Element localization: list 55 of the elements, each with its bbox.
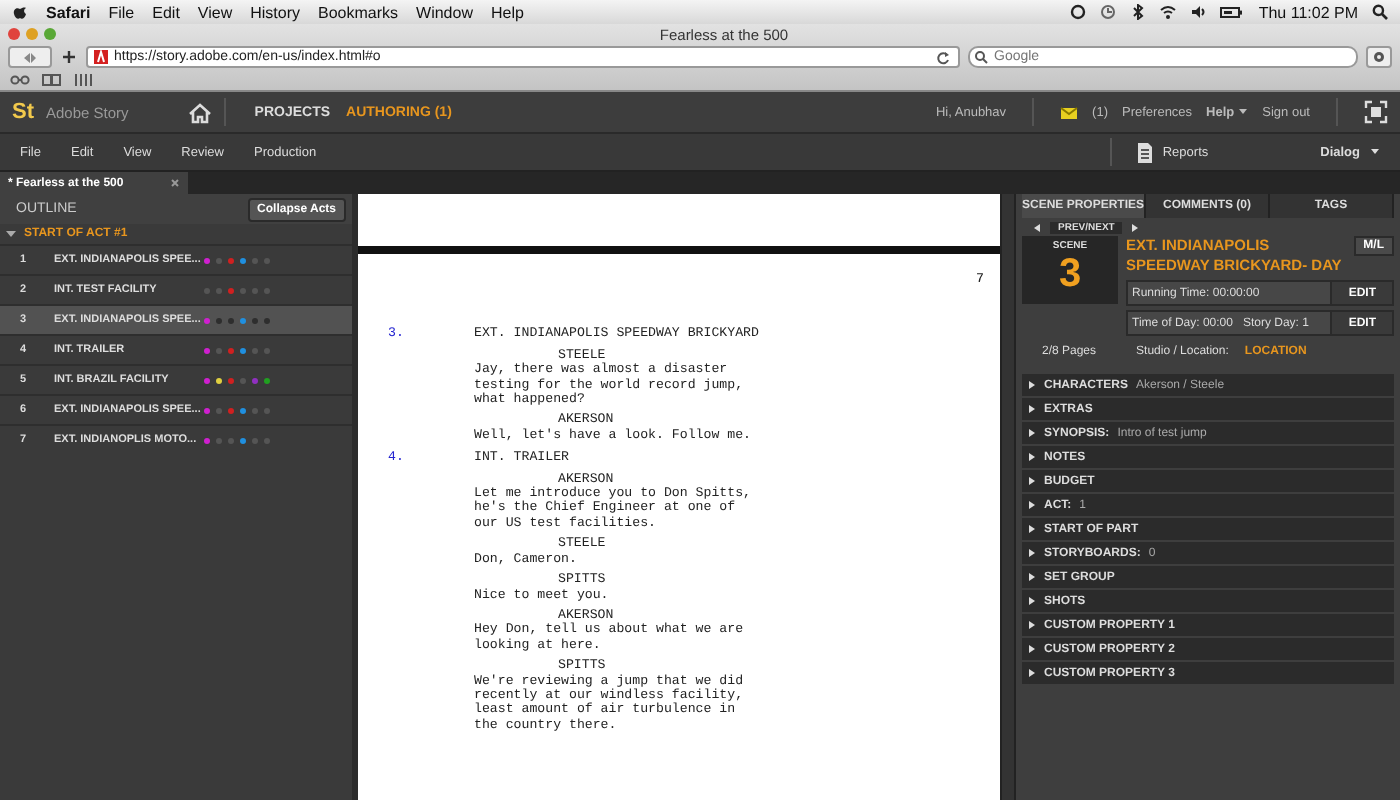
fullscreen-icon	[1364, 100, 1388, 124]
expand-triangle-icon	[6, 230, 16, 238]
menubar-clock: Thu 11:02 PM	[1258, 3, 1358, 21]
previous-arrow-icon	[1032, 221, 1042, 233]
expand-triangle-icon	[1028, 380, 1036, 390]
splitter-bar[interactable]	[1000, 194, 1016, 800]
app-logo: St	[12, 100, 34, 124]
search-icon	[1372, 4, 1388, 20]
apple-icon	[12, 4, 28, 20]
reload-icon	[936, 49, 952, 65]
volume-icon	[1190, 4, 1207, 20]
home-icon	[188, 101, 213, 123]
reading-glasses-icon	[10, 72, 30, 88]
expand-triangle-icon	[1028, 428, 1036, 438]
settings-button[interactable]	[1366, 46, 1392, 68]
menu-item[interactable]: Bookmarks	[318, 3, 399, 21]
expand-triangle-icon	[1028, 500, 1036, 510]
expand-triangle-icon	[1028, 524, 1036, 534]
menu-item[interactable]: History	[250, 3, 301, 21]
plus-icon	[62, 50, 76, 64]
menu-item[interactable]: Edit	[152, 3, 180, 21]
envelope-icon	[1060, 105, 1079, 119]
grid-icon	[74, 72, 94, 88]
caret-icon	[1370, 145, 1380, 155]
minimize-button[interactable]	[26, 28, 38, 40]
zoom-button[interactable]	[44, 28, 56, 40]
close-button[interactable]	[8, 28, 20, 40]
expand-triangle-icon	[1028, 668, 1036, 678]
next-arrow-icon	[1130, 221, 1141, 233]
expand-triangle-icon	[1028, 620, 1036, 630]
expand-triangle-icon	[1028, 452, 1036, 462]
document-icon	[1136, 141, 1155, 163]
caret-icon	[1238, 105, 1249, 115]
menu-item[interactable]: View	[197, 3, 233, 21]
battery-icon	[1220, 4, 1245, 20]
bluetooth-icon	[1130, 4, 1147, 20]
expand-triangle-icon	[1028, 644, 1036, 654]
book-icon	[42, 72, 62, 88]
wifi-icon	[1160, 4, 1177, 20]
expand-triangle-icon	[1028, 548, 1036, 558]
expand-triangle-icon	[1028, 572, 1036, 582]
menu-item[interactable]: Window	[416, 3, 473, 21]
back-forward-arrows-icon	[22, 51, 38, 63]
expand-triangle-icon	[1028, 404, 1036, 414]
expand-triangle-icon	[1028, 476, 1036, 486]
close-icon	[170, 178, 180, 188]
search-icon	[974, 50, 988, 64]
menu-item[interactable]: File	[108, 3, 135, 21]
menu-item[interactable]: Safari	[46, 3, 91, 21]
expand-triangle-icon	[1028, 596, 1036, 606]
site-logo-icon	[94, 50, 108, 64]
clock-icon	[1100, 4, 1117, 20]
menu-item[interactable]: Help	[490, 3, 524, 21]
back-forward-button[interactable]	[8, 46, 52, 68]
gear-icon	[1372, 50, 1386, 64]
